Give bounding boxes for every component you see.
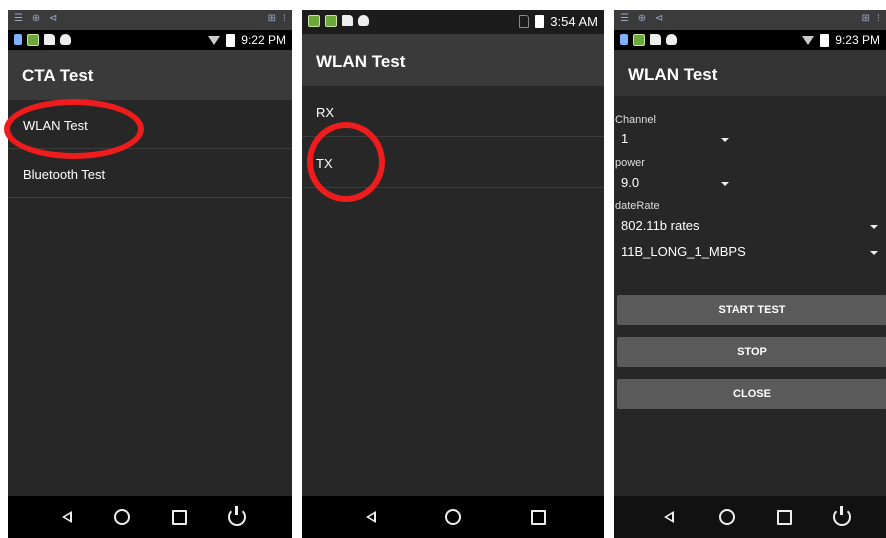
daterate-label: dateRate — [615, 200, 660, 212]
navigation-bar — [614, 496, 886, 538]
debug-icon — [358, 15, 369, 26]
android-icon — [325, 15, 337, 27]
android-icon — [308, 15, 320, 27]
channel-label: Channel — [615, 114, 656, 126]
recent-apps-icon — [172, 510, 187, 525]
recent-apps-icon — [531, 510, 546, 525]
android-icon — [633, 34, 645, 46]
power-button[interactable] — [222, 496, 252, 538]
chevron-down-icon — [870, 251, 878, 255]
power-icon — [228, 506, 246, 526]
wifi-icon — [208, 35, 221, 45]
outer-status-bar: ☰ ⊕ ⊲ ⊞ ⁝ — [8, 10, 292, 30]
home-icon — [719, 509, 735, 525]
app-bar: WLAN Test — [614, 50, 886, 96]
battery-indicator-icon — [14, 34, 22, 45]
battery-icon — [226, 33, 236, 47]
recent-apps-button[interactable] — [164, 496, 194, 538]
home-button[interactable] — [438, 496, 468, 538]
notification-icons: ☰ ⊕ ⊲ — [620, 13, 667, 24]
navigation-bar — [8, 496, 292, 538]
sd-card-icon — [650, 34, 661, 45]
sd-card-icon — [44, 34, 55, 45]
back-icon — [62, 511, 72, 523]
system-icons: ⊞ ⁝ — [861, 13, 882, 24]
phone-screen-wlan-settings: ☰ ⊕ ⊲ ⊞ ⁝ 9:23 PM WLAN Test Channel 1 po… — [614, 10, 886, 538]
home-icon — [114, 509, 130, 525]
status-time: 9:22 PM — [241, 33, 286, 47]
power-value: 9.0 — [621, 175, 640, 190]
highlight-circle-tx — [307, 122, 385, 202]
notification-icons: ☰ ⊕ ⊲ — [14, 13, 61, 24]
app-bar: WLAN Test — [302, 34, 604, 86]
power-button[interactable] — [827, 496, 857, 538]
stop-button[interactable]: STOP — [617, 337, 886, 367]
power-select[interactable]: 9.0 — [614, 172, 734, 192]
phone-screen-wlan-test: 3:54 AM WLAN Test RX TX — [302, 10, 604, 538]
home-icon — [445, 509, 461, 525]
page-title: WLAN Test — [316, 52, 406, 71]
start-test-button[interactable]: START TEST — [617, 295, 886, 325]
page-title: CTA Test — [22, 66, 94, 85]
power-label: power — [615, 157, 645, 169]
wifi-icon — [802, 35, 815, 45]
recent-apps-icon — [777, 510, 792, 525]
home-button[interactable] — [712, 496, 742, 538]
back-button[interactable] — [52, 496, 82, 538]
phone-screen-cta-test: ☰ ⊕ ⊲ ⊞ ⁝ 9:22 PM CTA Test WLAN Test Blu… — [8, 10, 292, 538]
chevron-down-icon — [721, 138, 729, 142]
status-bar: 9:23 PM — [614, 30, 886, 50]
channel-select[interactable]: 1 — [614, 128, 734, 148]
close-button[interactable]: CLOSE — [617, 379, 886, 409]
app-bar: CTA Test — [8, 50, 292, 100]
battery-icon — [820, 33, 830, 47]
list-item-label: RX — [316, 105, 335, 120]
back-button[interactable] — [356, 496, 386, 538]
chevron-down-icon — [870, 225, 878, 229]
recent-apps-button[interactable] — [523, 496, 553, 538]
rate-value: 802.11b rates — [621, 218, 700, 233]
debug-icon — [60, 34, 71, 45]
battery-indicator-icon — [620, 34, 628, 45]
recent-apps-button[interactable] — [769, 496, 799, 538]
system-icons: ⊞ ⁝ — [267, 13, 288, 24]
rate-select[interactable]: 802.11b rates — [614, 214, 886, 236]
battery-icon — [535, 15, 545, 28]
list-item-label: Bluetooth Test — [23, 167, 106, 182]
sd-card-icon — [342, 15, 353, 26]
chevron-down-icon — [721, 182, 729, 186]
highlight-circle-wlan-test — [4, 99, 144, 159]
navigation-bar — [302, 496, 604, 538]
page-title: WLAN Test — [628, 65, 718, 84]
mode-select[interactable]: 11B_LONG_1_MBPS — [614, 240, 886, 262]
channel-value: 1 — [621, 131, 629, 146]
power-icon — [833, 506, 851, 526]
back-icon — [366, 511, 376, 523]
android-icon — [27, 34, 39, 46]
settings-form: Channel 1 power 9.0 dateRate 802.11b rat… — [614, 96, 886, 496]
back-button[interactable] — [654, 496, 684, 538]
back-icon — [664, 511, 674, 523]
status-time: 9:23 PM — [835, 33, 880, 47]
status-bar: 9:22 PM — [8, 30, 292, 50]
status-time: 3:54 AM — [550, 14, 598, 29]
no-sim-icon — [519, 15, 530, 28]
outer-status-bar: ☰ ⊕ ⊲ ⊞ ⁝ — [614, 10, 886, 30]
status-bar: 3:54 AM — [302, 10, 604, 34]
mode-value: 11B_LONG_1_MBPS — [621, 244, 746, 259]
home-button[interactable] — [107, 496, 137, 538]
debug-icon — [666, 34, 677, 45]
